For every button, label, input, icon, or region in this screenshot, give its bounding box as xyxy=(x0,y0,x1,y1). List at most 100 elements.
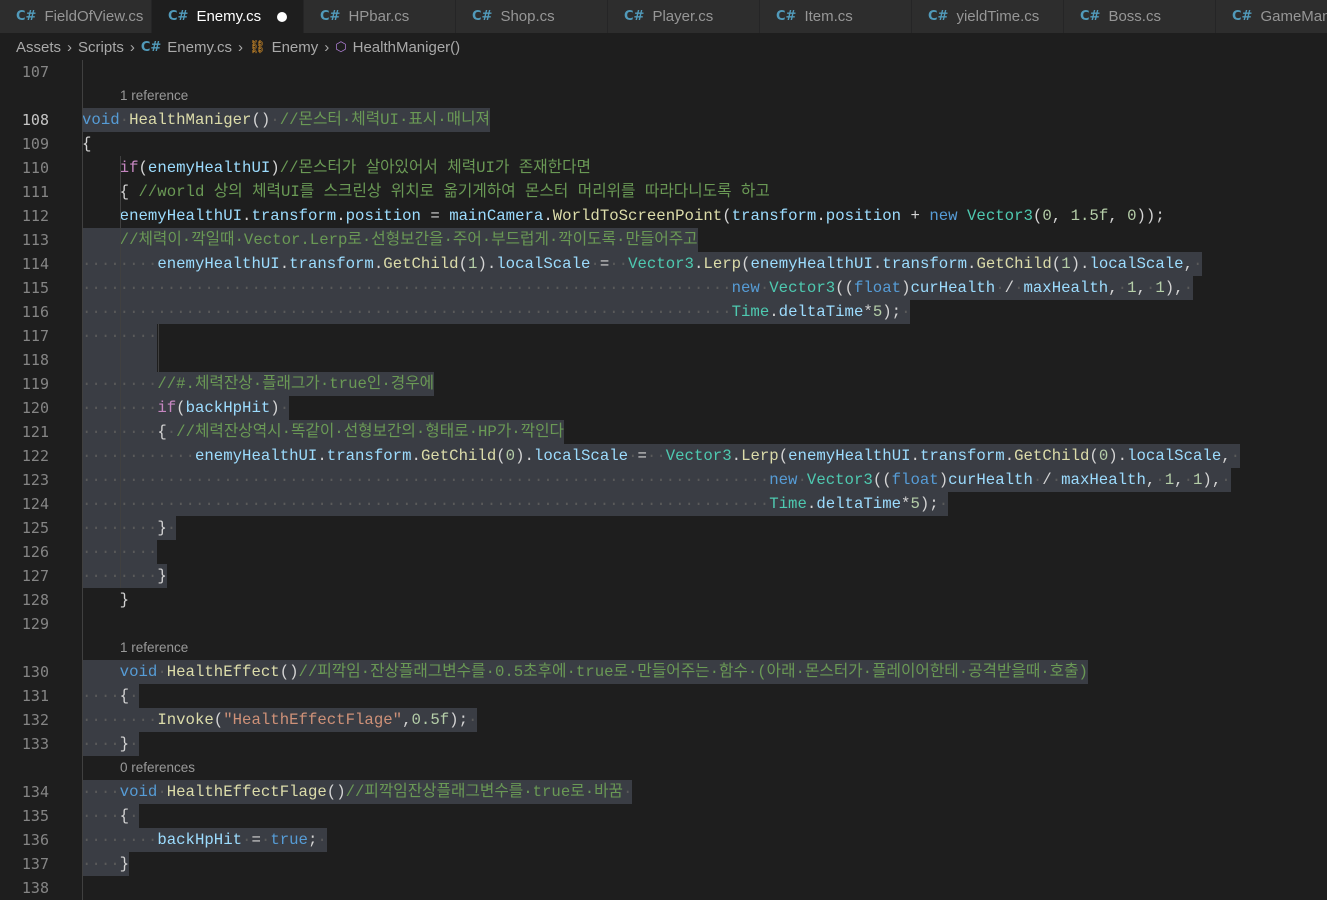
breadcrumb-item[interactable]: Scripts xyxy=(78,39,124,56)
code-text: ········{·//체력잔상역시·똑같이·선형보간의·형태로·HP가·깍인다 xyxy=(82,420,564,444)
code-line[interactable]: 124 ·····································… xyxy=(0,492,1327,516)
code-line[interactable]: 134 ····void·HealthEffectFlage()//피깍임잔상플래… xyxy=(0,780,1327,804)
code-line[interactable]: 130 void·HealthEffect()//피깍임·잔상플래그변수를·0.… xyxy=(0,660,1327,684)
code-text: ········}· xyxy=(82,516,177,540)
code-line[interactable]: 114 ········enemyHealthUI.transform.GetCh… xyxy=(0,252,1327,276)
tab-item-cs[interactable]: C# Item.cs xyxy=(760,0,912,33)
code-editor[interactable]: 107 1 reference 108 void·HealthManiger()·//… xyxy=(0,60,1327,900)
indent-guide xyxy=(158,324,159,372)
tab-label: yieldTime.cs xyxy=(956,8,1040,25)
tab-boss-cs[interactable]: C# Boss.cs xyxy=(1064,0,1216,33)
code-text: ········backHpHit·=·true;· xyxy=(82,828,327,852)
code-line[interactable]: 119 ········//#.체력잔상·플래그가·true인·경우에 xyxy=(0,372,1327,396)
code-text: void·HealthManiger()·//몬스터·체력UI·표시·매니져 xyxy=(82,108,490,132)
tab-label: GameManager.cs xyxy=(1260,8,1327,25)
chevron-right-icon: › xyxy=(238,39,244,56)
line-number: 107 xyxy=(21,63,49,81)
line-number: 127 xyxy=(21,567,49,585)
code-line[interactable]: 126········ xyxy=(0,540,1327,564)
code-line[interactable]: 117········ xyxy=(0,324,1327,348)
indent-guide xyxy=(120,156,121,588)
chevron-right-icon: › xyxy=(324,39,330,56)
code-line[interactable]: 133 ····}· xyxy=(0,732,1327,756)
code-text: ············enemyHealthUI.transform.GetC… xyxy=(82,444,1241,468)
code-line[interactable]: 111 { //world 상의 체력UI를 스크린상 위치로 옮기게하여 몬스… xyxy=(0,180,1327,204)
line-number: 123 xyxy=(21,471,49,489)
line-number: 110 xyxy=(21,159,49,177)
tab-gamemanager-cs[interactable]: C# GameManager.cs xyxy=(1216,0,1327,33)
csharp-file-icon: C# xyxy=(472,9,493,24)
code-text: ····{· xyxy=(82,684,139,708)
code-line[interactable]: 136 ········backHpHit·=·true;· xyxy=(0,828,1327,852)
code-line[interactable]: 135 ····{· xyxy=(0,804,1327,828)
tab-fieldofview-cs[interactable]: C# FieldOfView.cs xyxy=(0,0,152,33)
code-lens-references[interactable]: 0 references xyxy=(120,758,195,778)
csharp-file-icon: C# xyxy=(1080,9,1101,24)
code-line[interactable]: 108 void·HealthManiger()·//몬스터·체력UI·표시·매니… xyxy=(0,108,1327,132)
code-lens-references[interactable]: 1 reference xyxy=(120,638,188,658)
code-line[interactable]: 129 xyxy=(0,612,1327,636)
line-number: 136 xyxy=(21,831,49,849)
code-text: { //world 상의 체력UI를 스크린상 위치로 옮기게하여 몬스터 머리… xyxy=(119,183,770,201)
code-text: ········Invoke("HealthEffectFlage",0.5f)… xyxy=(82,708,478,732)
line-number: 114 xyxy=(21,255,49,273)
code-lens-references[interactable]: 1 reference xyxy=(120,86,188,106)
line-number: 113 xyxy=(21,231,49,249)
line-number: 122 xyxy=(21,447,49,465)
code-text: ········if(backHpHit)· xyxy=(82,396,290,420)
code-line[interactable]: 128 } xyxy=(0,588,1327,612)
code-text: ········································… xyxy=(82,300,911,324)
csharp-file-icon: C# xyxy=(168,9,189,24)
line-number: 137 xyxy=(21,855,49,873)
line-number: 124 xyxy=(21,495,49,513)
code-line[interactable]: 113 //체력이·깍일때·Vector.Lerp로·선형보간을·주어·부드럽게… xyxy=(0,228,1327,252)
code-line[interactable]: 107 xyxy=(0,60,1327,84)
code-line[interactable]: 118 xyxy=(0,348,1327,372)
breadcrumb-item[interactable]: Enemy.cs xyxy=(167,39,232,56)
code-line[interactable]: 109 { xyxy=(0,132,1327,156)
code-line[interactable]: 121 ········{·//체력잔상역시·똑같이·선형보간의·형태로·HP가·… xyxy=(0,420,1327,444)
code-text: enemyHealthUI.transform.position = mainC… xyxy=(119,207,1165,225)
breadcrumb-item[interactable]: Assets xyxy=(16,39,61,56)
tab-hpbar-cs[interactable]: C# HPbar.cs xyxy=(304,0,456,33)
line-number: 121 xyxy=(21,423,49,441)
csharp-file-icon: C# xyxy=(320,9,341,24)
code-line[interactable]: 116 ·····································… xyxy=(0,300,1327,324)
chevron-right-icon: › xyxy=(129,39,135,56)
breadcrumb-item[interactable]: HealthManiger() xyxy=(353,39,461,56)
tab-label: Item.cs xyxy=(804,8,853,25)
code-line[interactable]: 123 ·····································… xyxy=(0,468,1327,492)
line-number: 115 xyxy=(21,279,49,297)
line-number: 118 xyxy=(21,351,49,369)
code-line[interactable]: 122 ············enemyHealthUI.transform.G… xyxy=(0,444,1327,468)
code-line[interactable]: 132 ········Invoke("HealthEffectFlage",0.… xyxy=(0,708,1327,732)
code-text: ········································… xyxy=(82,276,1193,300)
line-number: 112 xyxy=(21,207,49,225)
code-text: if(enemyHealthUI)//몬스터가 살아있어서 체력UI가 존재한다… xyxy=(119,159,591,177)
class-icon: ⛓ xyxy=(249,40,266,55)
code-line[interactable]: 120 ········if(backHpHit)· xyxy=(0,396,1327,420)
code-line[interactable]: 137 ····} xyxy=(0,852,1327,876)
code-line[interactable]: 127 ········} xyxy=(0,564,1327,588)
tab-yieldtime-cs[interactable]: C# yieldTime.cs xyxy=(912,0,1064,33)
line-number: 126 xyxy=(21,543,49,561)
line-number: 128 xyxy=(21,591,49,609)
code-text: } xyxy=(119,591,130,609)
code-text: ········································… xyxy=(82,492,949,516)
tab-shop-cs[interactable]: C# Shop.cs xyxy=(456,0,608,33)
line-number: 135 xyxy=(21,807,49,825)
code-line[interactable]: 115 ·····································… xyxy=(0,276,1327,300)
unsaved-dot-icon[interactable] xyxy=(277,11,288,22)
line-number: 129 xyxy=(21,615,49,633)
code-text: //체력이·깍일때·Vector.Lerp로·선형보간을·주어·부드럽게·깍이도… xyxy=(82,228,698,252)
code-text: ········} xyxy=(82,564,167,588)
code-line[interactable]: 112 enemyHealthUI.transform.position = m… xyxy=(0,204,1327,228)
code-line[interactable]: 131 ····{· xyxy=(0,684,1327,708)
tab-enemy-cs[interactable]: C# Enemy.cs xyxy=(152,0,304,33)
tab-player-cs[interactable]: C# Player.cs xyxy=(608,0,760,33)
code-text: ········enemyHealthUI.transform.GetChild… xyxy=(82,252,1203,276)
tab-label: Boss.cs xyxy=(1108,8,1161,25)
code-line[interactable]: 110 if(enemyHealthUI)//몬스터가 살아있어서 체력UI가 … xyxy=(0,156,1327,180)
code-line[interactable]: 125 ········}· xyxy=(0,516,1327,540)
breadcrumb-item[interactable]: Enemy xyxy=(272,39,319,56)
